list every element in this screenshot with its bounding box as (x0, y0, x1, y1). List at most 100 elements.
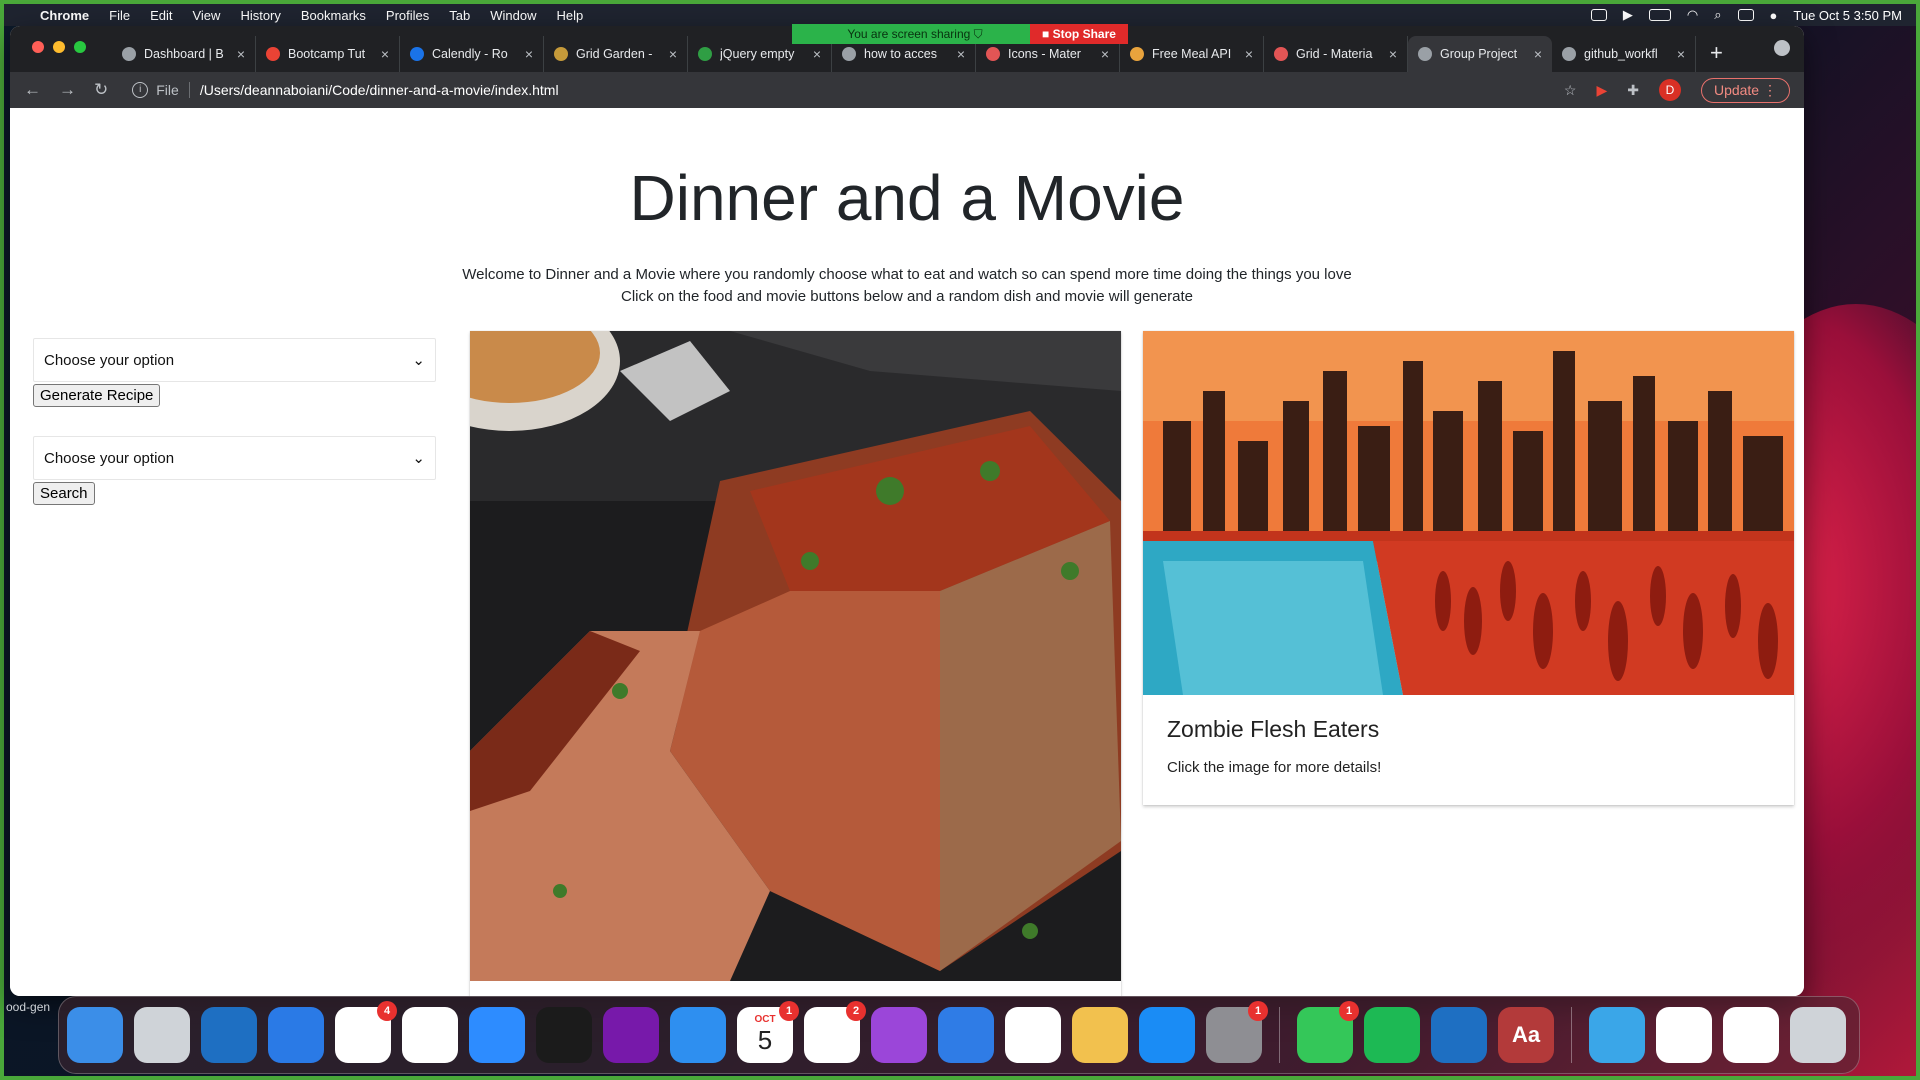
dock-chrome-icon[interactable] (402, 1007, 458, 1063)
tab-close-icon[interactable]: × (1534, 46, 1542, 62)
browser-tab[interactable]: Free Meal API × (1120, 36, 1264, 72)
web-page: Dinner and a Movie Welcome to Dinner and… (10, 108, 1804, 996)
tab-close-icon[interactable]: × (525, 46, 533, 62)
dock-folder-icon[interactable] (1589, 1007, 1645, 1063)
menu-file[interactable]: File (109, 8, 130, 23)
info-icon[interactable]: i (132, 82, 149, 98)
bookmark-star-icon[interactable]: ☆ (1564, 82, 1577, 99)
play-icon[interactable]: ▶ (1623, 7, 1633, 23)
menu-history[interactable]: History (240, 8, 280, 23)
tab-close-icon[interactable]: × (1245, 46, 1253, 62)
dock-system-preferences-icon[interactable]: 1 (1206, 1001, 1268, 1063)
tab-close-icon[interactable]: × (381, 46, 389, 62)
dock-vscode-icon[interactable] (201, 1007, 257, 1063)
extension-icon[interactable]: ▶ (1596, 82, 1607, 99)
intro-line-2: Click on the food and movie buttons belo… (620, 288, 1193, 305)
spotlight-search-icon[interactable]: ⌕ (1714, 7, 1721, 23)
dock-messages-icon[interactable]: 1 (1297, 1001, 1359, 1063)
tab-favicon-icon (842, 47, 856, 61)
siri-icon[interactable]: ● (1770, 8, 1778, 23)
zoom-window-button[interactable] (74, 41, 86, 53)
minimize-window-button[interactable] (53, 41, 65, 53)
browser-tab[interactable]: Grid - Materia × (1264, 36, 1408, 72)
tab-close-icon[interactable]: × (813, 46, 821, 62)
dock-xcode-icon[interactable] (268, 1007, 324, 1063)
tab-close-icon[interactable]: × (1677, 46, 1685, 62)
update-label: Update (1713, 81, 1760, 98)
dock-app-store-icon[interactable] (1139, 1007, 1195, 1063)
profile-avatar[interactable]: D (1658, 79, 1681, 101)
close-window-button[interactable] (32, 41, 44, 53)
dock-numbers-icon[interactable] (1005, 1007, 1061, 1063)
tab-close-icon[interactable]: × (1389, 46, 1397, 62)
back-arrow-icon[interactable]: ← (24, 80, 41, 100)
tab-title: github_workfl (1584, 47, 1658, 61)
dock-finder-icon[interactable] (67, 1007, 123, 1063)
browser-tab[interactable]: Dashboard | B × (112, 36, 256, 72)
control-center-icon[interactable] (1737, 9, 1754, 21)
dock-launchpad-icon[interactable] (134, 1007, 190, 1063)
browser-tab[interactable]: Bootcamp Tut × (256, 36, 400, 72)
address-bar[interactable]: /Users/deannaboiani/Code/dinner-and-a-mo… (200, 82, 559, 98)
browser-window: Dashboard | B × Bootcamp Tut × Calendly - Ro… (10, 26, 1804, 996)
browser-tab[interactable]: Group Project × (1408, 36, 1552, 72)
menu-bookmarks[interactable]: Bookmarks (301, 8, 366, 23)
food-select[interactable]: Choose your option ⌄ (33, 338, 436, 382)
stop-share-label: Stop Share (1052, 27, 1116, 41)
forward-arrow-icon[interactable]: → (59, 80, 76, 100)
dock-dictionary-icon[interactable]: Aa (1498, 1007, 1554, 1063)
dock-vscode-2-icon[interactable] (1431, 1007, 1487, 1063)
movie-card: Zombie Flesh Eaters Click the image for … (1143, 331, 1794, 805)
dock-pages-icon[interactable] (1072, 1007, 1128, 1063)
sharing-status: You are screen sharing ⛉ (792, 24, 1030, 44)
tab-search-icon[interactable] (1774, 40, 1790, 56)
dock-document-2-icon[interactable] (1723, 1007, 1779, 1063)
generate-recipe-button[interactable]: Generate Recipe (33, 384, 161, 407)
menu-window[interactable]: Window (490, 8, 536, 23)
dock-spotify-icon[interactable] (1364, 1007, 1420, 1063)
address-scheme: File (156, 82, 179, 98)
wifi-icon[interactable]: ◠ (1687, 7, 1698, 23)
chevron-down-icon: ⌄ (412, 352, 425, 369)
tab-close-icon[interactable]: × (957, 46, 965, 62)
menu-profiles[interactable]: Profiles (386, 8, 429, 23)
stop-share-button[interactable]: ■ Stop Share (1030, 24, 1128, 44)
update-button[interactable]: Update ⋮ (1700, 77, 1790, 103)
browser-tab[interactable]: Calendly - Ro × (400, 36, 544, 72)
reload-icon[interactable]: ↻ (94, 80, 108, 100)
search-button[interactable]: Search (33, 482, 95, 505)
tab-title: Bootcamp Tut (288, 47, 366, 61)
tab-favicon-icon (1562, 47, 1576, 61)
menubar-datetime[interactable]: Tue Oct 5 3:50 PM (1793, 8, 1902, 23)
calendar-month: OCT (754, 1014, 776, 1025)
screen-record-icon[interactable] (1590, 9, 1607, 21)
battery-icon[interactable] (1648, 9, 1671, 21)
dock-podcasts-icon[interactable] (871, 1007, 927, 1063)
dock-trash-icon[interactable] (1790, 1007, 1846, 1063)
dock-calendar-icon[interactable]: OCT 5 1 (737, 1001, 799, 1063)
menu-app-name[interactable]: Chrome (40, 8, 89, 23)
recipe-image[interactable] (470, 331, 1121, 981)
new-tab-button[interactable]: + (1710, 36, 1723, 72)
dock-document-1-icon[interactable] (1656, 1007, 1712, 1063)
dock-reminders-icon[interactable]: 2 (804, 1001, 866, 1063)
dock-onenote-icon[interactable] (603, 1007, 659, 1063)
browser-tab[interactable]: github_workfl × (1552, 36, 1696, 72)
tab-close-icon[interactable]: × (1101, 46, 1109, 62)
tab-close-icon[interactable]: × (669, 46, 677, 62)
dock-safari-icon[interactable] (670, 1007, 726, 1063)
menu-help[interactable]: Help (557, 8, 584, 23)
menu-tab[interactable]: Tab (449, 8, 470, 23)
dock-slack-icon[interactable]: 4 (335, 1001, 397, 1063)
menu-edit[interactable]: Edit (150, 8, 172, 23)
browser-tab[interactable]: Grid Garden - × (544, 36, 688, 72)
movie-poster-image[interactable] (1143, 331, 1794, 695)
movie-select[interactable]: Choose your option ⌄ (33, 436, 436, 480)
menu-view[interactable]: View (192, 8, 220, 23)
extensions-puzzle-icon[interactable]: ✚ (1627, 82, 1639, 99)
dock-terminal-icon[interactable] (536, 1007, 592, 1063)
tab-close-icon[interactable]: × (237, 46, 245, 62)
dock-keynote-icon[interactable] (938, 1007, 994, 1063)
dock-zoom-icon[interactable] (469, 1007, 525, 1063)
shield-icon: ⛉ (973, 27, 983, 41)
